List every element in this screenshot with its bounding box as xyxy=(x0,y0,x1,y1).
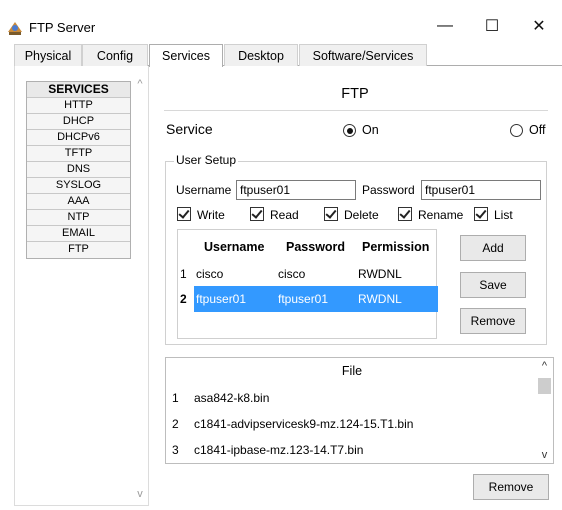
file-row-number: 1 xyxy=(172,391,179,405)
service-off-label: Off xyxy=(529,123,546,137)
service-item-ftp[interactable]: FTP xyxy=(27,242,130,258)
services-header: SERVICES xyxy=(27,82,130,98)
password-field[interactable] xyxy=(421,180,541,200)
service-off-radio[interactable] xyxy=(510,124,523,137)
column-header-username: Username xyxy=(204,240,265,254)
column-header-permission: Permission xyxy=(362,240,430,254)
write-label: Write xyxy=(197,208,225,222)
username-field[interactable] xyxy=(236,180,356,200)
row-number: 1 xyxy=(180,267,187,281)
rename-checkbox[interactable] xyxy=(398,207,412,221)
file-list[interactable]: File 1 asa842-k8.bin 2 c1841-advipservic… xyxy=(165,357,554,464)
user-setup-title: User Setup xyxy=(174,153,239,167)
user-setup-group: User Setup Username Password Write Read … xyxy=(165,153,547,345)
service-item-email[interactable]: EMAIL xyxy=(27,226,130,242)
delete-label: Delete xyxy=(344,208,379,222)
services-pane: SERVICES HTTP DHCP DHCPv6 TFTP DNS SYSLO… xyxy=(14,66,149,506)
tab-services[interactable]: Services xyxy=(149,44,223,67)
service-on-radio[interactable] xyxy=(343,124,356,137)
minimize-button[interactable]: — xyxy=(422,10,468,42)
chevron-down-icon[interactable]: v xyxy=(536,449,553,461)
rename-label: Rename xyxy=(418,208,464,222)
file-name: asa842-k8.bin xyxy=(194,391,270,405)
service-item-aaa[interactable]: AAA xyxy=(27,194,130,210)
cell-permission: RWDNL xyxy=(358,267,402,281)
close-button[interactable]: ✕ xyxy=(516,10,562,42)
window-title: FTP Server xyxy=(29,20,96,35)
username-label: Username xyxy=(176,183,232,197)
write-checkbox[interactable] xyxy=(177,207,191,221)
server-app-icon xyxy=(8,22,22,35)
password-label: Password xyxy=(362,183,415,197)
title-bar: FTP Server — ☐ ✕ xyxy=(0,0,562,44)
tab-physical[interactable]: Physical xyxy=(14,44,82,66)
delete-checkbox[interactable] xyxy=(324,207,338,221)
user-table[interactable]: Username Password Permission 1 cisco cis… xyxy=(177,229,438,339)
cell-password: cisco xyxy=(278,267,306,281)
list-checkbox[interactable] xyxy=(474,207,488,221)
service-item-dns[interactable]: DNS xyxy=(27,162,130,178)
service-item-tftp[interactable]: TFTP xyxy=(27,146,130,162)
service-item-ntp[interactable]: NTP xyxy=(27,210,130,226)
add-button[interactable]: Add xyxy=(460,235,526,261)
save-button[interactable]: Save xyxy=(460,272,526,298)
read-label: Read xyxy=(270,208,299,222)
remove-user-button[interactable]: Remove xyxy=(460,308,526,334)
row-number: 2 xyxy=(180,292,187,306)
scrollbar-thumb[interactable] xyxy=(538,378,551,394)
remove-file-button[interactable]: Remove xyxy=(473,474,549,500)
column-header-password: Password xyxy=(286,240,346,254)
tab-bar: Physical Config Services Desktop Softwar… xyxy=(14,44,562,67)
chevron-down-icon[interactable]: v xyxy=(133,488,147,500)
list-label: List xyxy=(494,208,513,222)
chevron-up-icon[interactable]: ^ xyxy=(133,78,147,90)
read-checkbox[interactable] xyxy=(250,207,264,221)
file-row-number: 2 xyxy=(172,417,179,431)
file-row-number: 3 xyxy=(172,443,179,457)
service-item-dhcpv6[interactable]: DHCPv6 xyxy=(27,130,130,146)
service-label: Service xyxy=(166,121,213,137)
file-name: c1841-advipservicesk9-mz.124-15.T1.bin xyxy=(194,417,414,431)
ftp-server-window: FTP Server — ☐ ✕ Physical Config Service… xyxy=(0,0,562,510)
file-list-scrollbar[interactable]: ^ v xyxy=(536,358,553,463)
service-item-http[interactable]: HTTP xyxy=(27,98,130,114)
cell-permission: RWDNL xyxy=(358,292,402,306)
tab-software-services[interactable]: Software/Services xyxy=(299,44,427,66)
service-on-label: On xyxy=(362,123,379,137)
divider xyxy=(164,110,548,111)
chevron-up-icon[interactable]: ^ xyxy=(536,360,553,372)
service-item-dhcp[interactable]: DHCP xyxy=(27,114,130,130)
file-column-header: File xyxy=(341,364,363,378)
services-scrollbar[interactable]: ^ v xyxy=(133,78,147,504)
service-item-syslog[interactable]: SYSLOG xyxy=(27,178,130,194)
tab-desktop[interactable]: Desktop xyxy=(224,44,298,66)
ftp-title: FTP xyxy=(341,86,369,102)
services-list: SERVICES HTTP DHCP DHCPv6 TFTP DNS SYSLO… xyxy=(26,81,131,259)
cell-username: cisco xyxy=(196,267,224,281)
cell-username: ftpuser01 xyxy=(196,292,247,306)
maximize-button[interactable]: ☐ xyxy=(469,10,515,42)
file-name: c1841-ipbase-mz.123-14.T7.bin xyxy=(194,443,364,457)
tab-config[interactable]: Config xyxy=(82,44,148,66)
cell-password: ftpuser01 xyxy=(278,292,329,306)
